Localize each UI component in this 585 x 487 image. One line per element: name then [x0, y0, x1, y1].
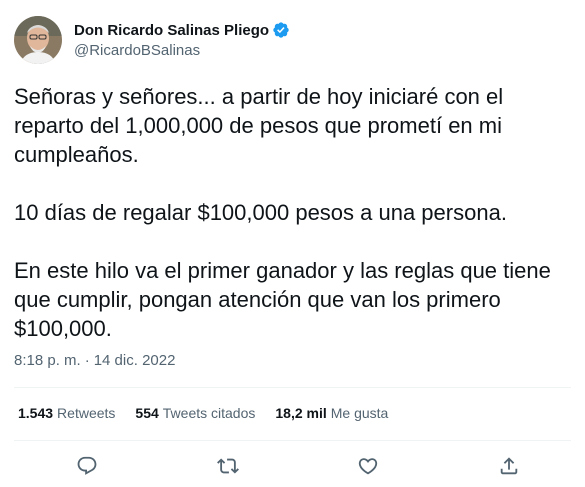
share-button[interactable] — [495, 452, 523, 480]
quotes-count: 554 — [135, 405, 159, 421]
heart-icon — [358, 458, 378, 475]
verified-badge-icon — [273, 22, 289, 38]
retweets-stat[interactable]: 1.543 Retweets — [18, 405, 115, 421]
likes-label: Me gusta — [330, 405, 389, 421]
author-names: Don Ricardo Salinas Pliego @RicardoBSali… — [74, 20, 290, 59]
tweet-text: Señoras y señores... a partir de hoy ini… — [14, 82, 574, 343]
tweet-time[interactable]: 8:18 p. m. — [14, 352, 81, 369]
tweet-paragraph: Señoras y señores... a partir de hoy ini… — [14, 84, 504, 167]
quotes-stat[interactable]: 554 Tweets citados — [135, 405, 255, 421]
display-name[interactable]: Don Ricardo Salinas Pliego — [74, 22, 269, 39]
retweets-count: 1.543 — [18, 405, 54, 421]
name-row: Don Ricardo Salinas Pliego — [74, 20, 290, 40]
quotes-label: Tweets citados — [162, 405, 256, 421]
divider — [14, 387, 571, 388]
likes-count: 18,2 mil — [275, 405, 327, 421]
tweet-stats: 1.543 Retweets 554 Tweets citados 18,2 m… — [18, 405, 408, 421]
avatar[interactable] — [14, 16, 62, 64]
reply-icon — [77, 456, 97, 475]
divider — [14, 440, 571, 441]
retweets-label: Retweets — [57, 405, 116, 421]
tweet-timestamp[interactable]: 8:18 p. m. · 14 dic. 2022 — [14, 352, 175, 369]
share-icon — [500, 457, 518, 475]
retweet-button[interactable] — [214, 452, 242, 480]
author-handle[interactable]: @RicardoBSalinas — [74, 42, 290, 59]
tweet-card: Don Ricardo Salinas Pliego @RicardoBSali… — [0, 0, 585, 487]
tweet-header: Don Ricardo Salinas Pliego @RicardoBSali… — [14, 14, 290, 70]
tweet-paragraph: En este hilo va el primer ganador y las … — [14, 258, 551, 341]
likes-stat[interactable]: 18,2 mil Me gusta — [275, 405, 388, 421]
like-button[interactable] — [354, 452, 382, 480]
tweet-paragraph: 10 días de regalar $100,000 pesos a una … — [14, 200, 507, 225]
reply-button[interactable] — [73, 452, 101, 480]
retweet-icon — [217, 458, 239, 474]
tweet-actions — [0, 452, 585, 480]
meta-separator: · — [84, 352, 90, 369]
tweet-date[interactable]: 14 dic. 2022 — [94, 352, 176, 369]
